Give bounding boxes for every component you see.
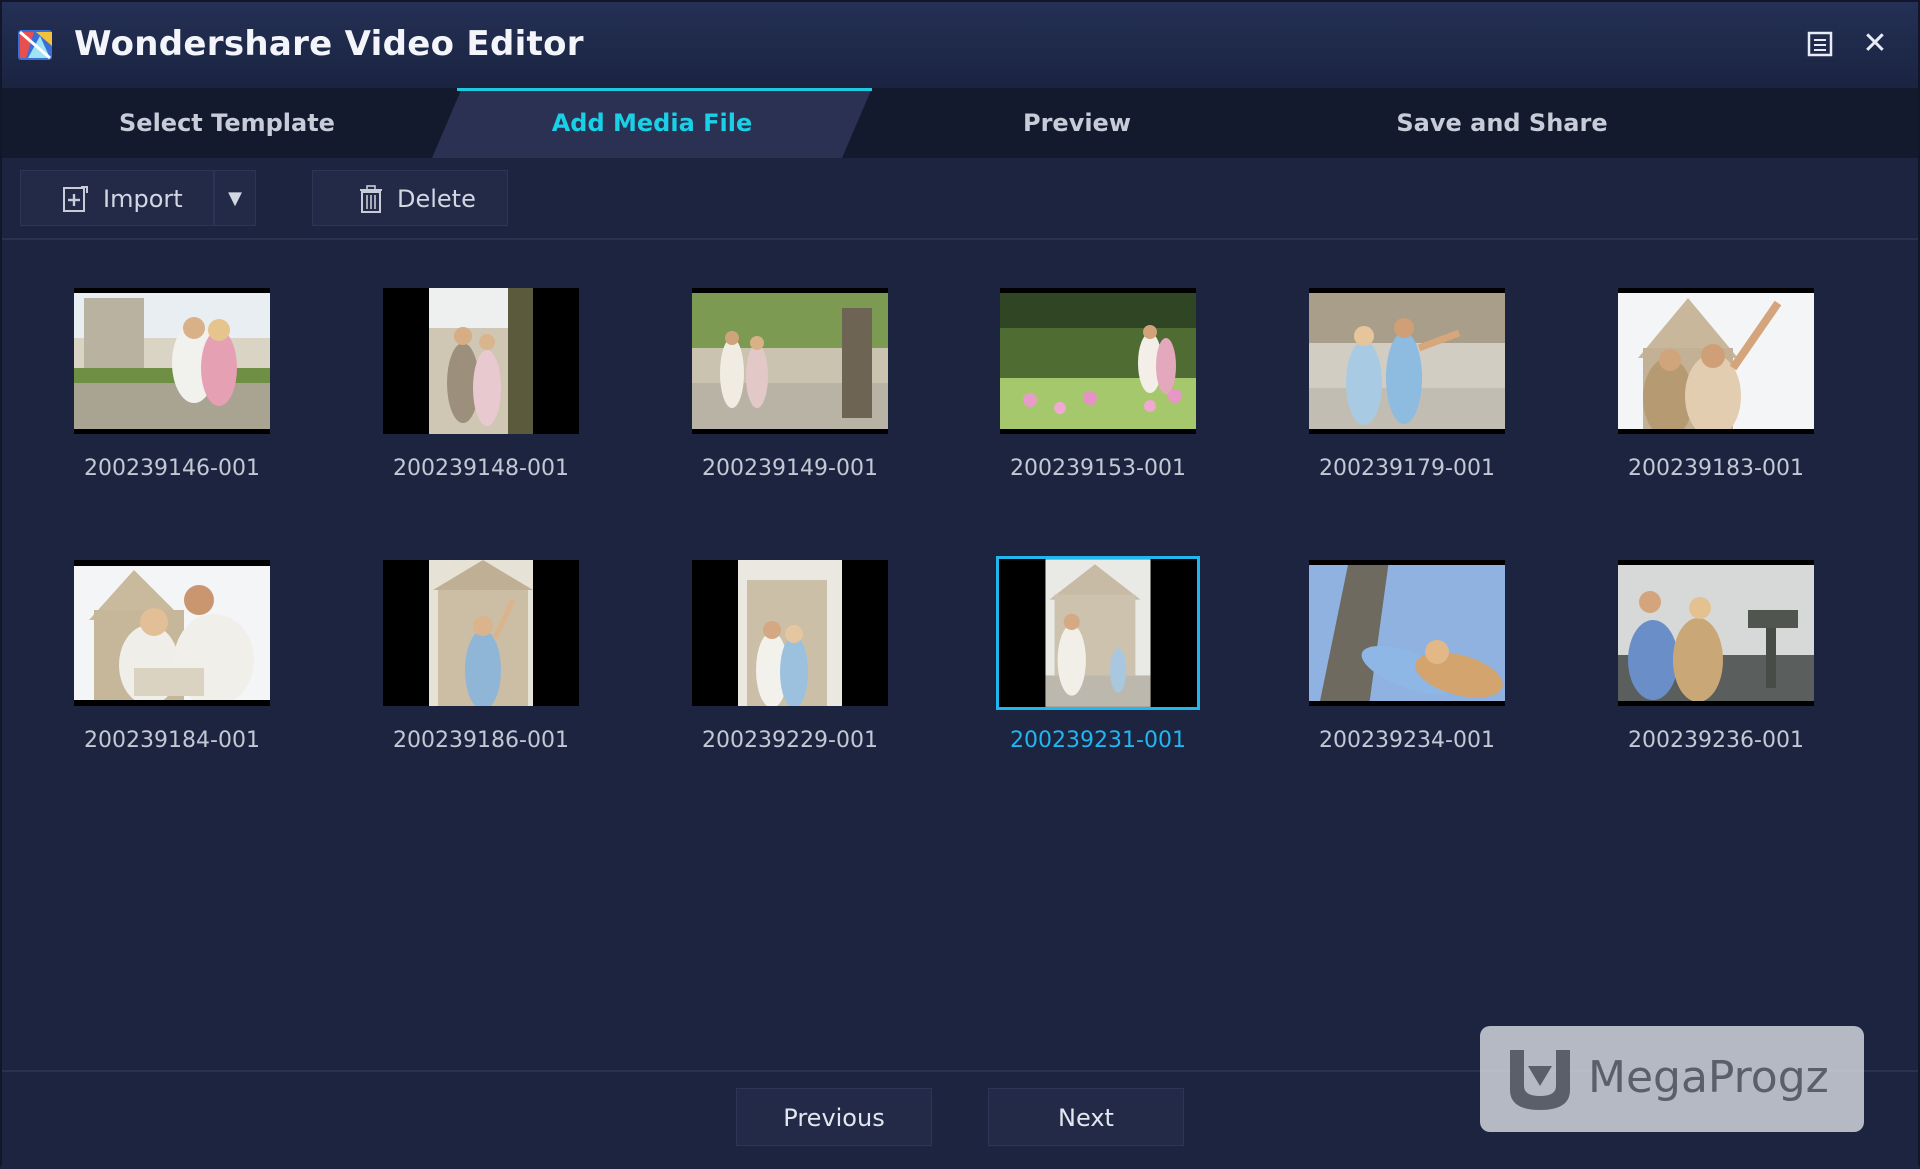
- photo-couple-street: [383, 288, 579, 434]
- import-dropdown-button[interactable]: ▼: [214, 170, 256, 226]
- photo-couple-viewer: [1618, 560, 1814, 706]
- photo-couple-path: [692, 288, 888, 434]
- media-item[interactable]: 200239149-001: [682, 278, 892, 508]
- chevron-down-icon: ▼: [228, 188, 242, 209]
- photo-couple-arch: [1618, 288, 1814, 434]
- title-bar: Wondershare Video Editor ✕: [2, 2, 1918, 89]
- media-caption: 200239153-001: [1010, 456, 1186, 481]
- media-item[interactable]: 200239184-001: [64, 550, 274, 780]
- media-caption: 200239236-001: [1628, 728, 1804, 753]
- media-item[interactable]: 200239146-001: [64, 278, 274, 508]
- next-button[interactable]: Next: [988, 1088, 1184, 1146]
- media-caption: 200239146-001: [84, 456, 260, 481]
- media-thumbnail: [1309, 560, 1505, 706]
- media-thumbnail: [1000, 288, 1196, 434]
- media-thumbnail: [692, 560, 888, 706]
- import-label: Import: [103, 185, 183, 213]
- wizard-tabs: Select Template Add Media File Preview S…: [2, 88, 1918, 158]
- media-item[interactable]: 200239234-001: [1299, 550, 1509, 780]
- watermark-text: MegaProgz: [1588, 1052, 1829, 1103]
- media-item[interactable]: 200239183-001: [1608, 278, 1818, 508]
- media-caption: 200239186-001: [393, 728, 569, 753]
- media-item[interactable]: 200239229-001: [682, 550, 892, 780]
- media-caption: 200239179-001: [1319, 456, 1495, 481]
- media-caption: 200239149-001: [702, 456, 878, 481]
- photo-couple-tower: [1309, 560, 1505, 706]
- close-button[interactable]: ✕: [1855, 24, 1895, 64]
- media-thumbnail: [1618, 560, 1814, 706]
- media-caption: 200239234-001: [1319, 728, 1495, 753]
- media-thumbnail: [1618, 288, 1814, 434]
- tab-add-media-file[interactable]: Add Media File: [432, 88, 872, 158]
- app-title: Wondershare Video Editor: [74, 24, 584, 64]
- delete-button[interactable]: Delete: [312, 170, 508, 226]
- watermark: MegaProgz: [1480, 1026, 1864, 1132]
- media-caption: 200239148-001: [393, 456, 569, 481]
- media-thumbnail: [692, 288, 888, 434]
- previous-button[interactable]: Previous: [736, 1088, 932, 1146]
- photo-woman-arch: [383, 560, 579, 706]
- media-caption: 200239231-001: [1010, 728, 1186, 753]
- media-item[interactable]: 200239236-001: [1608, 550, 1818, 780]
- media-thumbnail: [74, 288, 270, 434]
- download-arrow-icon: [1510, 1050, 1570, 1110]
- media-item[interactable]: 200239153-001: [990, 278, 1200, 508]
- media-item[interactable]: 200239179-001: [1299, 278, 1509, 508]
- media-thumbnail: [383, 560, 579, 706]
- tab-select-template[interactable]: Select Template: [32, 88, 422, 158]
- app-window: Wondershare Video Editor ✕ Select Templa…: [0, 0, 1920, 1169]
- restore-button[interactable]: [1800, 24, 1840, 64]
- media-caption: 200239184-001: [84, 728, 260, 753]
- media-thumbnail: [1309, 288, 1505, 434]
- media-item[interactable]: 200239148-001: [373, 278, 583, 508]
- restore-icon: [1807, 31, 1833, 57]
- tab-save-and-share[interactable]: Save and Share: [1292, 88, 1712, 158]
- media-grid: 200239146-001 200239148-001 200239149-00…: [2, 240, 1918, 1070]
- close-icon: ✕: [1862, 26, 1888, 61]
- photo-couple-arch-distance: [999, 559, 1197, 707]
- photo-couple-arch-vertical: [692, 560, 888, 706]
- toolbar: Import ▼ Delete: [2, 158, 1918, 240]
- media-item[interactable]: 200239186-001: [373, 550, 583, 780]
- photo-couple-flowers: [1000, 288, 1196, 434]
- delete-label: Delete: [397, 185, 476, 213]
- app-logo-icon: [18, 30, 52, 60]
- import-button[interactable]: Import: [20, 170, 214, 226]
- media-thumbnail: [996, 556, 1200, 710]
- trash-icon: [360, 185, 382, 213]
- tab-preview[interactable]: Preview: [882, 88, 1272, 158]
- media-item-selected[interactable]: 200239231-001: [990, 550, 1200, 780]
- media-thumbnail: [74, 560, 270, 706]
- import-icon: [63, 186, 88, 212]
- media-thumbnail: [383, 288, 579, 434]
- photo-couple-map: [74, 560, 270, 706]
- photo-couple-garden: [74, 288, 270, 434]
- media-caption: 200239183-001: [1628, 456, 1804, 481]
- photo-couple-plaza: [1309, 288, 1505, 434]
- media-caption: 200239229-001: [702, 728, 878, 753]
